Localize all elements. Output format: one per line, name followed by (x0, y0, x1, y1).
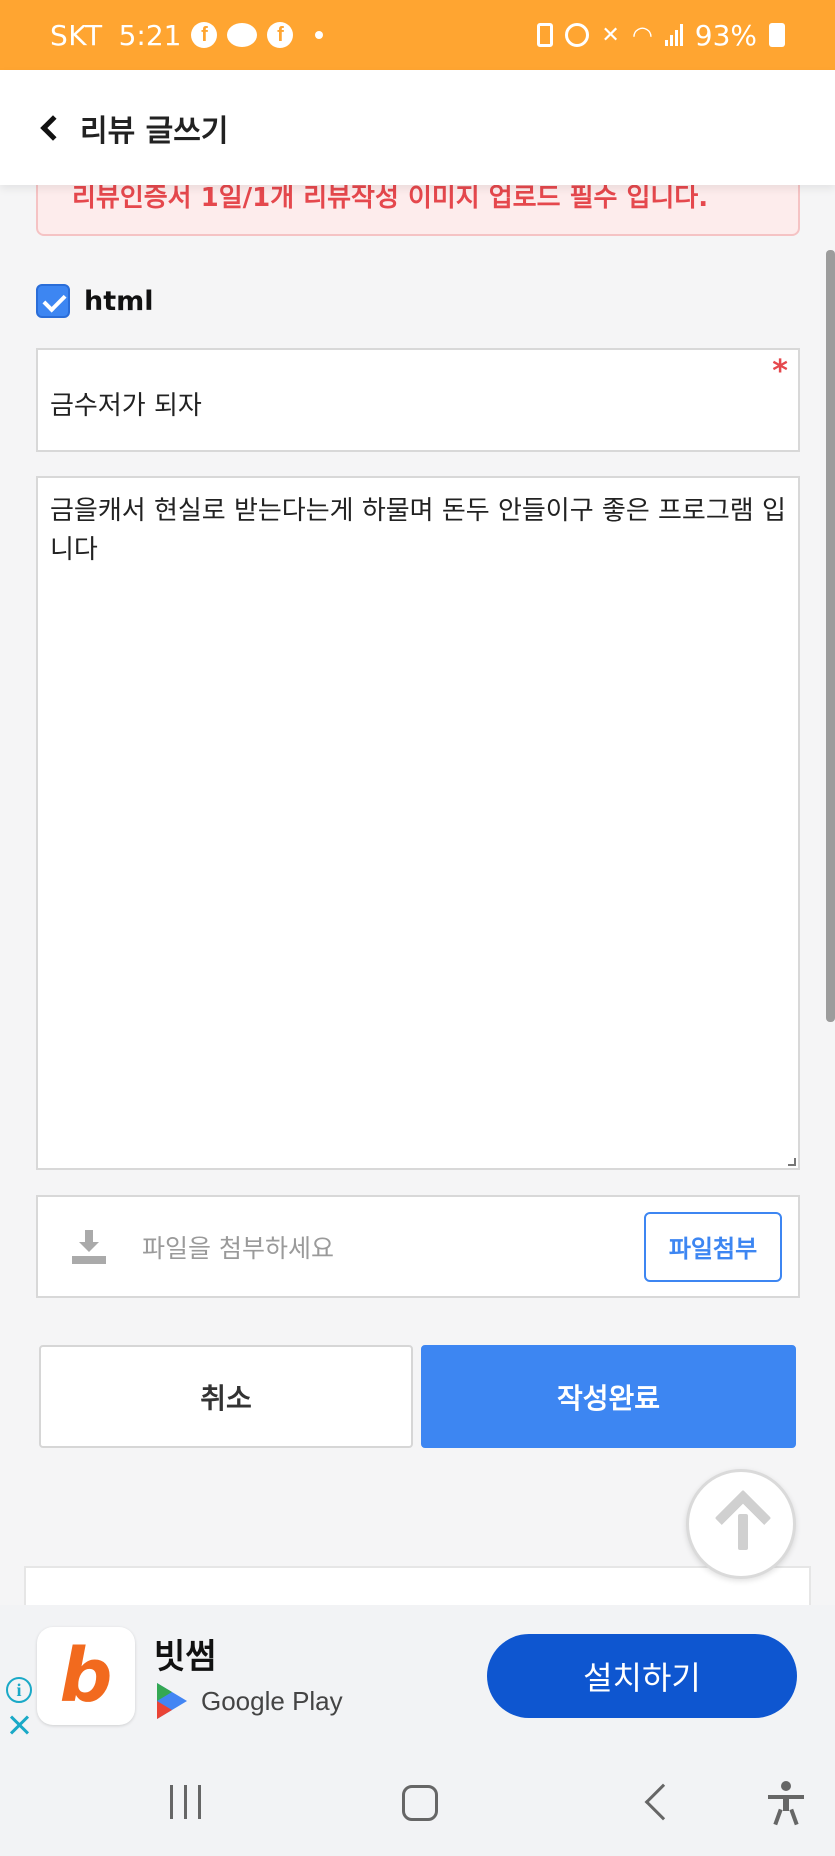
clock: 5:21 (118, 18, 182, 52)
download-icon (72, 1229, 106, 1264)
battery-icon (769, 23, 785, 47)
scroll-top-button[interactable] (686, 1469, 796, 1579)
notice-text: 리뷰인증서 1일/1개 리뷰작성 이미지 업로드 필수 입니다. (72, 183, 709, 213)
status-bar: SKT 5:21 f f ✕ ◠ 93% (0, 0, 835, 70)
attach-file-button[interactable]: 파일첨부 (644, 1211, 782, 1282)
battery-saver-icon (537, 23, 554, 47)
signal-icon (664, 24, 683, 46)
status-right: ✕ ◠ 93% (537, 19, 785, 52)
html-checkbox-label: html (84, 285, 154, 317)
cancel-button[interactable]: 취소 (39, 1345, 413, 1448)
ad-info-icon[interactable]: i (6, 1677, 32, 1703)
subject-field: * (36, 348, 800, 452)
install-button[interactable]: 설치하기 (487, 1634, 797, 1718)
app-logo: b (37, 1627, 135, 1725)
content-textarea[interactable]: 금을캐서 현실로 받는다는게 하물며 돈두 안들이구 좋은 프로그램 입니다 (38, 478, 798, 1168)
page-title: 리뷰 글쓰기 (80, 113, 229, 149)
status-left: SKT 5:21 f f (50, 18, 324, 52)
chevron-left-icon (40, 114, 66, 141)
screen: SKT 5:21 f f ✕ ◠ 93% 리뷰 글쓰기 리뷰인증서 1일/1개 … (0, 0, 835, 1856)
facebook-icon: f (267, 22, 294, 48)
chat-bubble-icon (227, 23, 258, 47)
page-scrollbar[interactable] (826, 250, 835, 1022)
ad-banner[interactable]: i b 빗썸 Google Play 설치하기 (0, 1605, 835, 1745)
ad-app-name: 빗썸 (154, 1637, 217, 1677)
submit-button[interactable]: 작성완료 (421, 1345, 796, 1448)
back-button[interactable]: 리뷰 글쓰기 (36, 106, 228, 150)
ad-close-icon[interactable] (8, 1713, 32, 1737)
accessibility-icon[interactable] (766, 1781, 806, 1826)
required-mark: * (772, 354, 788, 389)
home-icon[interactable] (402, 1785, 438, 1821)
notification-dot-icon (315, 31, 324, 39)
app-bar: 리뷰 글쓰기 (0, 70, 835, 185)
file-placeholder: 파일을 첨부하세요 (142, 1233, 334, 1263)
app-logo-letter: b (59, 1633, 113, 1719)
system-nav-bar (0, 1745, 835, 1856)
store-name: Google Play (201, 1685, 343, 1716)
wifi-icon: ◠ (631, 21, 653, 49)
alarm-icon (565, 23, 590, 47)
content-field: 금을캐서 현실로 받는다는게 하물며 돈두 안들이구 좋은 프로그램 입니다 (36, 476, 800, 1170)
html-option[interactable]: html (36, 284, 154, 318)
battery-percent: 93% (694, 18, 757, 52)
google-play-icon (157, 1683, 189, 1719)
carrier-label: SKT (50, 18, 103, 52)
arrow-up-stem (738, 1514, 748, 1550)
subject-input[interactable] (38, 350, 798, 450)
google-play-badge: Google Play (157, 1683, 343, 1719)
html-checkbox[interactable] (36, 284, 70, 318)
file-attach-row: 파일을 첨부하세요 파일첨부 (36, 1195, 800, 1298)
back-nav-icon[interactable] (644, 1783, 682, 1821)
facebook-icon: f (191, 22, 218, 48)
mute-icon: ✕ (601, 22, 620, 48)
recent-apps-icon[interactable] (170, 1785, 201, 1819)
resize-handle-icon[interactable] (788, 1158, 796, 1166)
